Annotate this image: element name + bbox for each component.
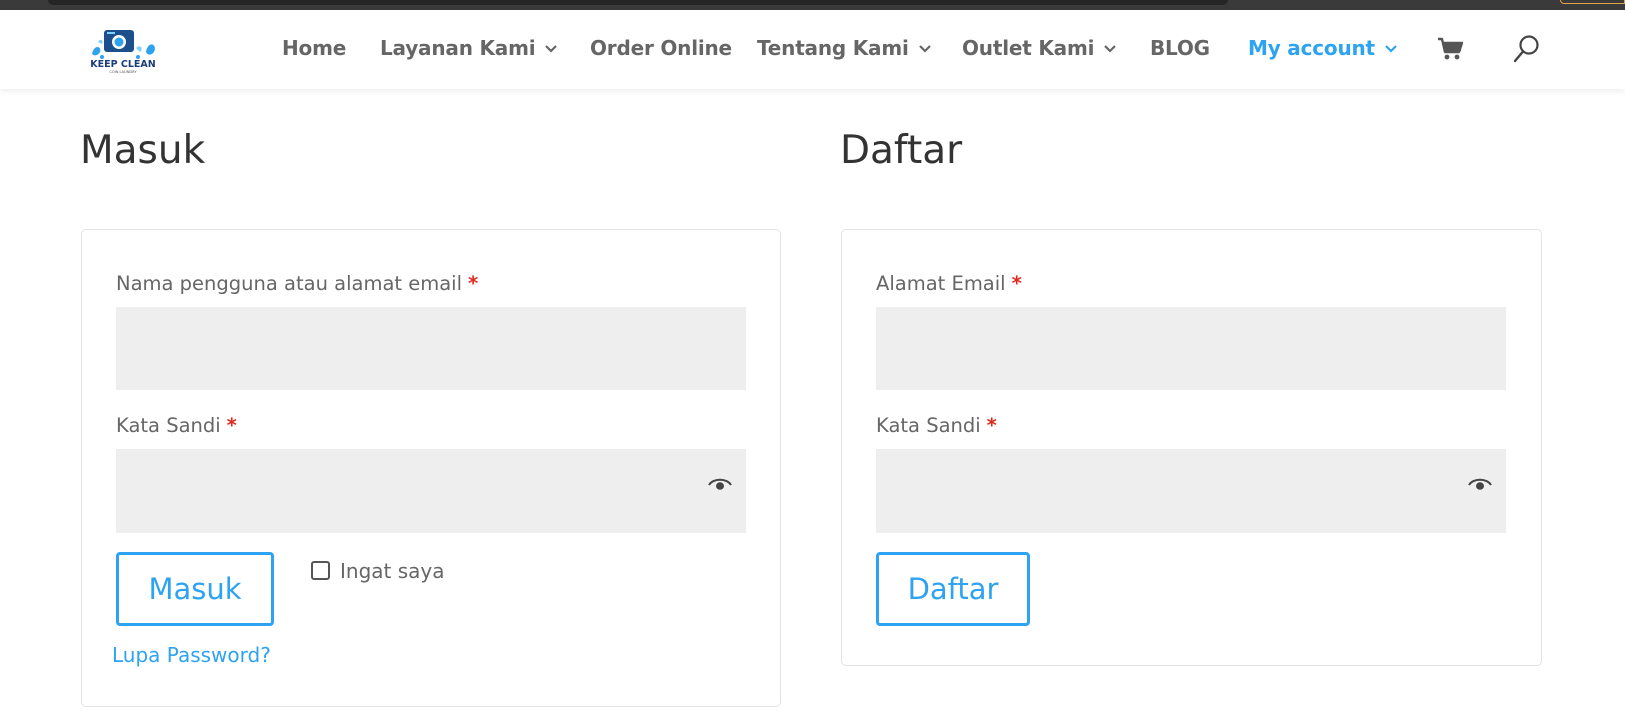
site-header: KEEP CLEAN COIN LAUNDRY Home Layanan Kam… — [0, 10, 1625, 89]
register-password-input[interactable] — [876, 449, 1506, 533]
nav-item-layanan-kami[interactable]: Layanan Kami — [380, 36, 559, 60]
nav-item-blog[interactable]: BLOG — [1150, 36, 1210, 60]
nav-item-order-online[interactable]: Order Online — [590, 36, 732, 60]
required-mark: * — [468, 272, 479, 295]
register-title: Daftar — [840, 128, 963, 173]
eye-icon[interactable] — [708, 477, 732, 493]
remember-me-label[interactable]: Ingat saya — [340, 559, 445, 583]
nav-label: Outlet Kami — [962, 36, 1095, 60]
login-form-card: Nama pengguna atau alamat email * Kata Sa… — [81, 229, 781, 707]
logo-subtext: COIN LAUNDRY — [109, 70, 137, 74]
username-label: Nama pengguna atau alamat email * — [116, 272, 478, 295]
nav-label: Tentang Kami — [757, 36, 909, 60]
shopping-cart-icon[interactable] — [1437, 37, 1463, 61]
nav-label: BLOG — [1150, 36, 1210, 60]
browser-top-strip — [0, 0, 1625, 10]
chevron-down-icon — [545, 45, 558, 53]
browser-tab-bar — [48, 0, 1228, 5]
search-icon[interactable] — [1512, 34, 1540, 64]
chevron-down-icon — [1385, 45, 1397, 53]
remember-me-checkbox[interactable] — [311, 561, 330, 580]
register-password-label-text: Kata Sandi — [876, 414, 981, 437]
nav-item-my-account[interactable]: My account — [1248, 36, 1399, 60]
nav-item-home[interactable]: Home — [282, 36, 346, 60]
email-label: Alamat Email * — [876, 272, 1022, 295]
site-logo[interactable]: KEEP CLEAN COIN LAUNDRY — [88, 26, 158, 74]
username-input[interactable] — [116, 307, 746, 390]
nav-item-tentang-kami[interactable]: Tentang Kami — [757, 36, 933, 60]
browser-accent-edge — [1560, 0, 1625, 4]
required-mark: * — [1011, 272, 1022, 295]
chevron-down-icon — [1104, 45, 1117, 53]
email-label-text: Alamat Email — [876, 272, 1006, 295]
login-submit-button[interactable]: Masuk — [116, 552, 274, 626]
nav-label: My account — [1248, 36, 1375, 60]
logo-text: KEEP CLEAN — [90, 59, 155, 70]
password-field — [116, 449, 746, 533]
username-label-text: Nama pengguna atau alamat email — [116, 272, 463, 295]
password-input[interactable] — [116, 449, 746, 533]
nav-label: Layanan Kami — [380, 36, 536, 60]
required-mark: * — [226, 414, 237, 437]
email-input[interactable] — [876, 307, 1506, 390]
required-mark: * — [986, 414, 997, 437]
nav-label: Home — [282, 36, 347, 60]
forgot-password-link[interactable]: Lupa Password? — [112, 643, 271, 667]
login-title: Masuk — [80, 128, 206, 173]
register-password-label: Kata Sandi * — [876, 414, 997, 437]
register-password-field — [876, 449, 1506, 533]
nav-item-outlet-kami[interactable]: Outlet Kami — [962, 36, 1118, 60]
chevron-down-icon — [918, 45, 931, 53]
eye-icon[interactable] — [1468, 477, 1492, 493]
nav-label: Order Online — [590, 36, 732, 60]
register-form-card: Alamat Email * Kata Sandi * Daftar — [841, 229, 1542, 666]
password-label-text: Kata Sandi — [116, 414, 221, 437]
password-label: Kata Sandi * — [116, 414, 237, 437]
register-submit-button[interactable]: Daftar — [876, 552, 1030, 626]
